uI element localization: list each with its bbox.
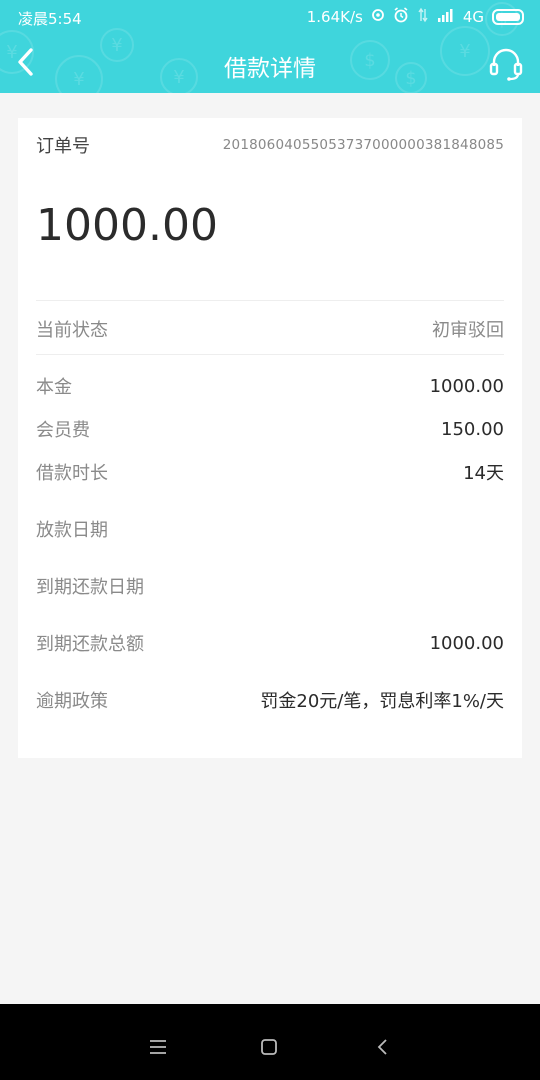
alarm-icon: [393, 7, 409, 27]
detail-row-disbursement-date: 放款日期: [36, 514, 504, 544]
header-bar: ¥ ¥ ¥ ¥ $ $ ¥ $ 凌晨5:54 1.64K/s 4G 借款详情: [0, 0, 540, 93]
detail-value: 罚金20元/笔，罚息利率1%/天: [260, 691, 504, 712]
page-title: 借款详情: [224, 56, 316, 82]
order-number-row: 订单号 20180604055053737000000381848085: [36, 132, 504, 158]
signal-icon: [437, 8, 455, 26]
detail-row-principal: 本金 1000.00: [36, 371, 504, 401]
loan-amount: 1000.00: [36, 200, 218, 251]
system-back-button[interactable]: [368, 1032, 398, 1062]
detail-value: 150.00: [441, 418, 504, 440]
order-number-value: 20180604055053737000000381848085: [222, 137, 504, 153]
headset-icon: [489, 48, 523, 81]
status-indicators: 1.64K/s 4G: [307, 7, 524, 27]
detail-row-total-due: 到期还款总额 1000.00: [36, 628, 504, 658]
detail-row-overdue-policy: 逾期政策 罚金20元/笔，罚息利率1%/天: [36, 685, 504, 715]
sync-icon: [371, 8, 385, 26]
menu-icon: [150, 1040, 166, 1054]
detail-label: 借款时长: [36, 463, 108, 484]
customer-service-button[interactable]: [486, 44, 526, 84]
network-type: 4G: [462, 8, 484, 26]
status-bar: 凌晨5:54 1.64K/s 4G: [0, 0, 540, 34]
detail-row-due-date: 到期还款日期: [36, 571, 504, 601]
status-row: 当前状态 初审驳回: [36, 314, 504, 344]
battery-icon: [492, 9, 524, 25]
detail-row-loan-term: 借款时长 14天: [36, 457, 504, 487]
detail-label: 放款日期: [36, 520, 108, 541]
home-button[interactable]: [254, 1032, 284, 1062]
divider: [36, 354, 504, 355]
detail-label: 本金: [36, 377, 72, 398]
menu-button[interactable]: [143, 1032, 173, 1062]
order-number-label: 订单号: [36, 136, 90, 157]
loan-detail-card: 订单号 20180604055053737000000381848085 100…: [18, 118, 522, 758]
detail-label: 到期还款总额: [36, 634, 144, 655]
status-label: 当前状态: [36, 320, 108, 341]
system-navigation-bar: [0, 1004, 540, 1080]
detail-value: 14天: [463, 463, 504, 484]
navigation-bar: 借款详情: [0, 34, 540, 93]
back-arrow-icon: [377, 1039, 387, 1055]
data-transfer-icon: [417, 7, 429, 27]
status-time: 凌晨5:54: [18, 10, 82, 28]
detail-label: 逾期政策: [36, 691, 108, 712]
divider: [36, 300, 504, 301]
detail-row-membership-fee: 会员费 150.00: [36, 414, 504, 444]
detail-value: 1000.00: [429, 375, 504, 397]
network-speed: 1.64K/s: [306, 8, 363, 26]
status-value: 初审驳回: [432, 320, 504, 341]
home-icon: [261, 1039, 277, 1055]
detail-label: 会员费: [36, 420, 90, 441]
detail-label: 到期还款日期: [36, 577, 144, 598]
detail-value: 1000.00: [429, 632, 504, 654]
